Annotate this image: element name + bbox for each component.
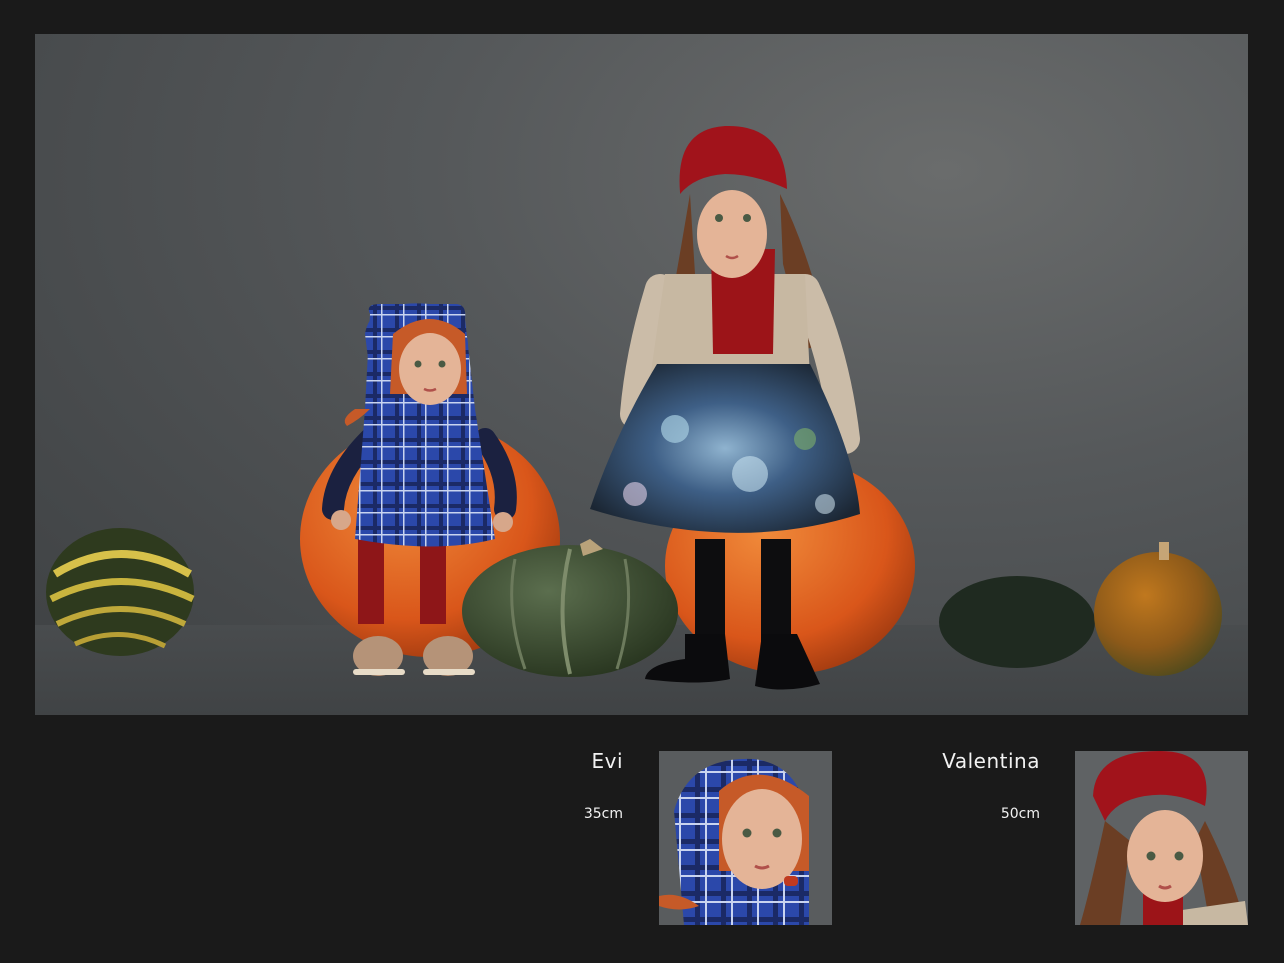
- valentina-portrait-image: [1075, 751, 1248, 925]
- doll-name-evi: Evi: [591, 749, 623, 773]
- evi-portrait-image: [659, 751, 832, 925]
- doll-name-valentina: Valentina: [942, 749, 1040, 773]
- main-photo: [35, 34, 1248, 715]
- doll-size-valentina: 50cm: [1000, 806, 1040, 822]
- dolls-pumpkins-scene: [46, 125, 1222, 690]
- doll-size-evi: 35cm: [583, 806, 623, 822]
- thumbnail-valentina[interactable]: [1075, 751, 1248, 925]
- thumbnail-evi[interactable]: [659, 751, 832, 925]
